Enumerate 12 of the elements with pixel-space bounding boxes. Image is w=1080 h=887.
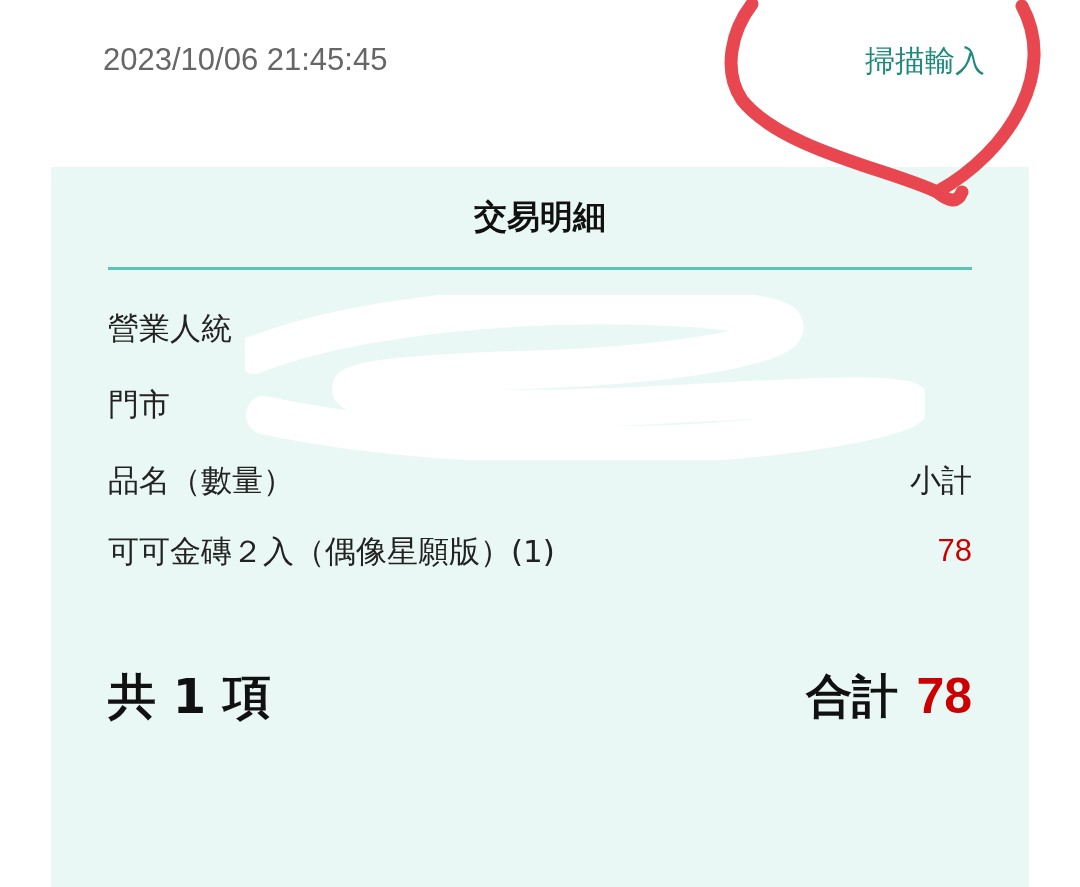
datetime: 2023/10/06 21:45:45 [103,40,388,79]
item-count: 共 1 項 [108,667,271,726]
item-subtotal: 78 [937,531,972,570]
card-title: 交易明細 [474,196,606,239]
info-line: 營業人統 [108,308,232,348]
item-name: 可可金磚２入（偶像星願版）(1) [108,531,555,571]
scan-input-link[interactable]: 掃描輸入 [865,37,985,83]
info-line: 門市 [108,384,170,424]
column-header: 品名（數量） [108,460,294,500]
column-header: 小計 [910,460,972,500]
total-label: 合計 [806,667,899,725]
total-amount: 78 [916,666,972,726]
